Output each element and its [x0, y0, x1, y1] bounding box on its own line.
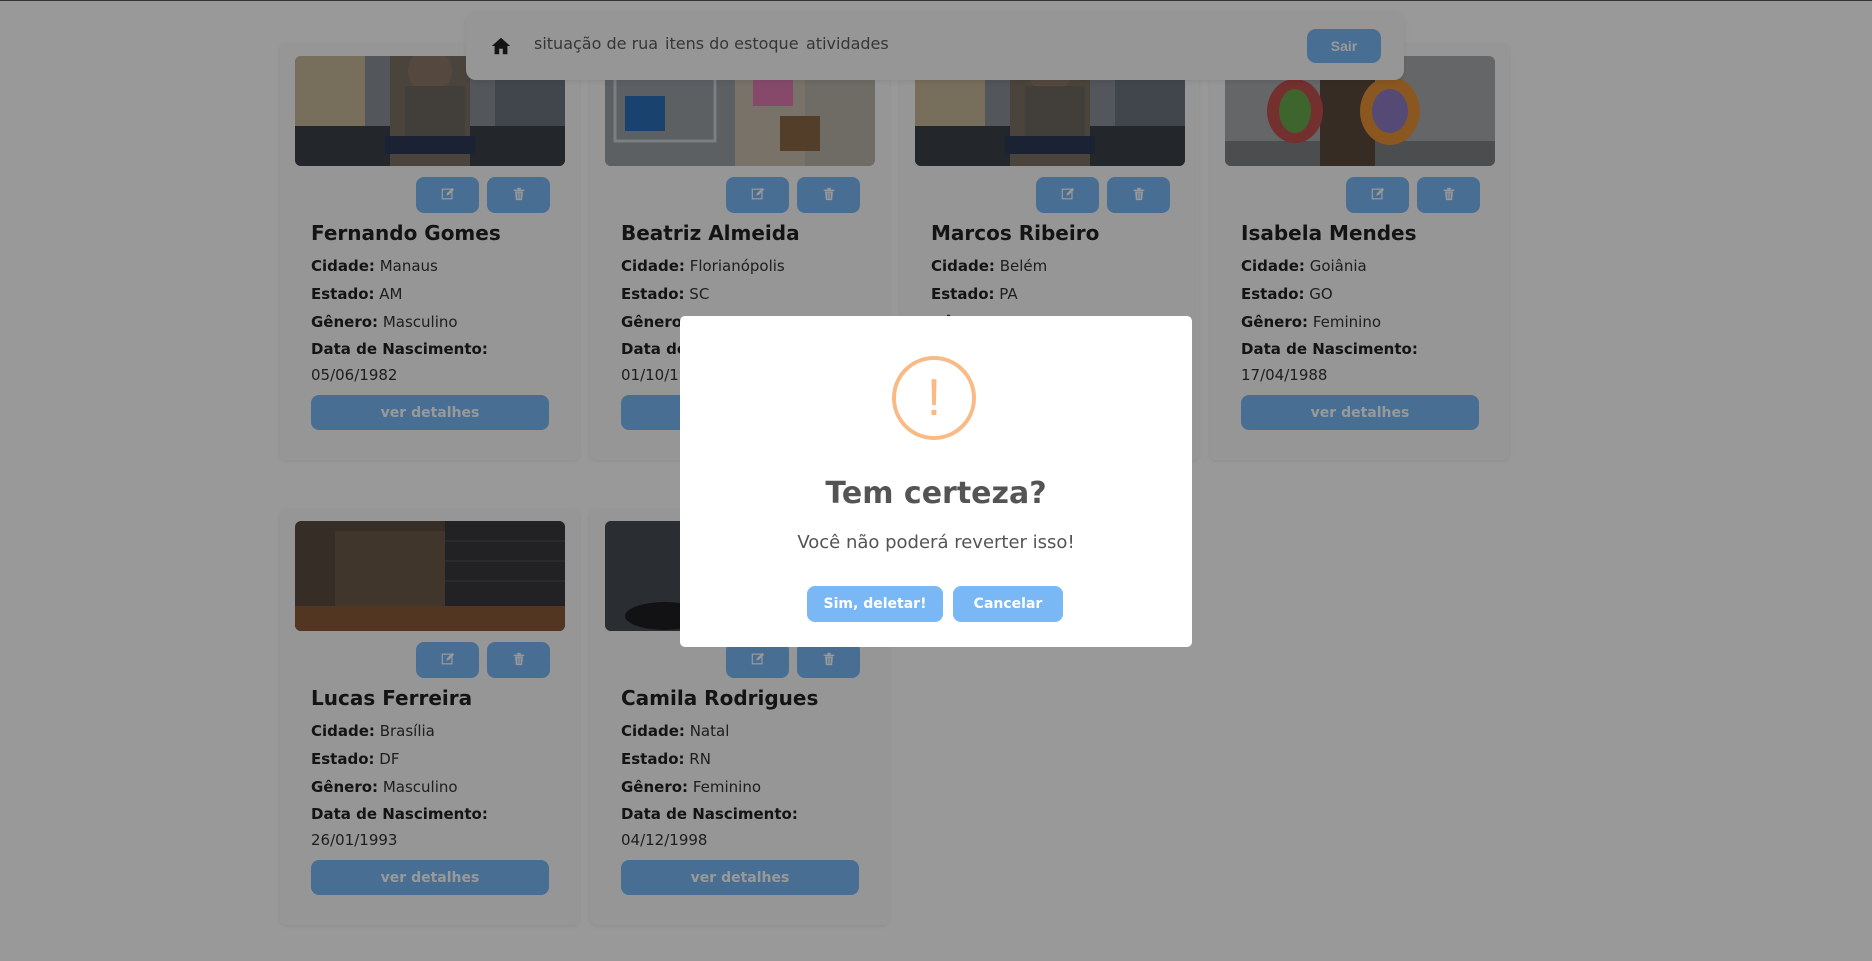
dialog-title: Tem certeza?: [825, 476, 1047, 511]
dialog-text: Você não poderá reverter isso!: [797, 532, 1075, 553]
cancel-button[interactable]: Cancelar: [953, 586, 1063, 622]
confirm-delete-dialog: ! Tem certeza? Você não poderá reverter …: [680, 316, 1192, 647]
warning-icon-glyph: !: [926, 369, 942, 427]
confirm-delete-button[interactable]: Sim, deletar!: [807, 586, 943, 622]
warning-icon: !: [892, 356, 976, 440]
